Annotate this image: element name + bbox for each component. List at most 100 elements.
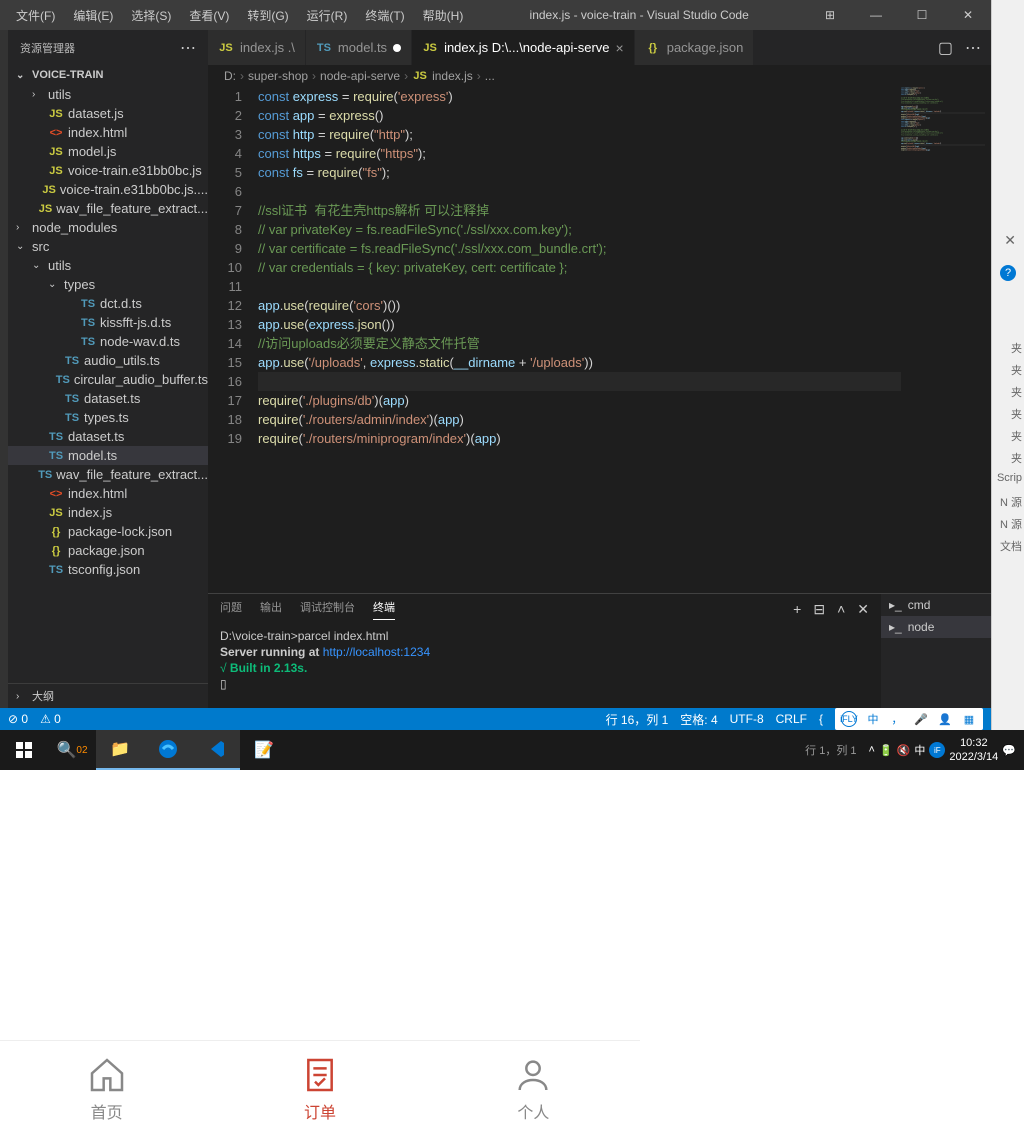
editor-tab[interactable]: JSindex.js .\	[208, 30, 306, 65]
code-editor[interactable]: 12345678910111213141516171819 const expr…	[208, 87, 991, 593]
tree-item[interactable]: TSdataset.ts	[8, 389, 208, 408]
punct-icon[interactable]: ，	[889, 711, 905, 727]
tree-item[interactable]: ⌄utils	[8, 256, 208, 275]
editor-tab[interactable]: TSmodel.ts	[306, 30, 412, 65]
split-terminal-icon[interactable]: ⊟	[813, 601, 825, 618]
vscode-icon[interactable]	[192, 730, 240, 770]
menu-item[interactable]: 转到(G)	[239, 3, 296, 28]
search-icon[interactable]: 🔍02	[48, 730, 96, 770]
tree-item[interactable]: ⌄types	[8, 275, 208, 294]
tree-item[interactable]: TSkissfft-js.d.ts	[8, 313, 208, 332]
breadcrumb-item[interactable]: node-api-serve	[320, 69, 400, 83]
terminal-tab[interactable]: 问题	[220, 599, 242, 619]
user-icon[interactable]: 👤	[937, 711, 953, 727]
more-icon[interactable]: ⋯	[180, 38, 196, 58]
maximize-button[interactable]: ☐	[899, 0, 945, 30]
edge-icon[interactable]	[144, 730, 192, 770]
close-tab-icon[interactable]: ×	[616, 40, 624, 56]
explorer-icon[interactable]: 📁	[96, 730, 144, 770]
terminal-tab[interactable]: 输出	[260, 599, 282, 619]
terminal-instance[interactable]: ▸_cmd	[881, 594, 991, 616]
terminal-tab[interactable]: 调试控制台	[300, 599, 355, 619]
tree-item[interactable]: TSwav_file_feature_extract...	[8, 465, 208, 484]
menu-item[interactable]: 帮助(H)	[415, 3, 472, 28]
tray-up-icon[interactable]: ˄	[869, 744, 875, 756]
menu-item[interactable]: 选择(S)	[123, 3, 179, 28]
tree-item[interactable]: TSdct.d.ts	[8, 294, 208, 313]
tree-item[interactable]: JSindex.js	[8, 503, 208, 522]
ime-toolbar[interactable]: iFLY 中 ， 🎤 👤 ▦	[835, 708, 983, 730]
tree-item[interactable]: TStsconfig.json	[8, 560, 208, 579]
ime-icon[interactable]: 中	[914, 742, 925, 758]
battery-icon[interactable]: 🔋	[879, 744, 893, 757]
minimap[interactable]: const express = require('express')const …	[901, 87, 991, 593]
chevron-up-icon[interactable]: ˄	[837, 601, 845, 618]
breadcrumb-item[interactable]: index.js	[432, 69, 473, 83]
start-button[interactable]	[0, 730, 48, 770]
project-title[interactable]: ⌄ VOICE-TRAIN	[8, 65, 208, 85]
tree-item[interactable]: JSvoice-train.e31bb0bc.js	[8, 161, 208, 180]
minimize-button[interactable]: —	[853, 0, 899, 30]
indent-info[interactable]: 空格: 4	[680, 711, 717, 728]
code-content[interactable]: const express = require('express')const …	[258, 87, 901, 593]
menu-item[interactable]: 编辑(E)	[65, 3, 121, 28]
menu-item[interactable]: 查看(V)	[181, 3, 237, 28]
warnings-count[interactable]: ⚠ 0	[40, 712, 61, 726]
bracket-icon[interactable]: {	[819, 712, 823, 726]
nav-item-0[interactable]: 首页	[0, 1041, 213, 1136]
editor-tab[interactable]: {}package.json	[635, 30, 755, 65]
menu-item[interactable]: 运行(R)	[299, 3, 356, 28]
split-icon[interactable]: ▢	[938, 38, 953, 58]
close-panel-icon[interactable]: ✕	[857, 601, 869, 618]
tree-item[interactable]: JSwav_file_feature_extract...	[8, 199, 208, 218]
tree-item[interactable]: JSvoice-train.e31bb0bc.js....	[8, 180, 208, 199]
tree-item[interactable]: TSmodel.ts	[8, 446, 208, 465]
nav-item-1[interactable]: 订单	[213, 1041, 426, 1136]
tree-item[interactable]: TStypes.ts	[8, 408, 208, 427]
tree-item[interactable]: ›node_modules	[8, 218, 208, 237]
grid-icon[interactable]: ▦	[961, 711, 977, 727]
new-terminal-icon[interactable]: +	[793, 601, 801, 618]
tree-item[interactable]: TSaudio_utils.ts	[8, 351, 208, 370]
cursor-position[interactable]: 行 16，列 1	[606, 711, 669, 728]
menu-item[interactable]: 文件(F)	[8, 3, 63, 28]
tree-item[interactable]: JSmodel.js	[8, 142, 208, 161]
errors-count[interactable]: ⊘ 0	[8, 712, 28, 726]
notifications-icon[interactable]: 💬	[1002, 744, 1016, 757]
encoding-info[interactable]: UTF-8	[730, 712, 764, 726]
eol-info[interactable]: CRLF	[776, 712, 807, 726]
nav-item-2[interactable]: 个人	[427, 1041, 640, 1136]
breadcrumb-item[interactable]: super-shop	[248, 69, 308, 83]
layout-icon[interactable]: ⊞	[807, 0, 853, 30]
side-close-icon[interactable]: ✕	[1004, 232, 1016, 249]
close-button[interactable]: ✕	[945, 0, 991, 30]
outline-section[interactable]: › 大纲	[8, 683, 208, 708]
breadcrumb[interactable]: D: › super-shop › node-api-serve › JS in…	[208, 65, 991, 87]
tree-item[interactable]: JSdataset.js	[8, 104, 208, 123]
editor-tab[interactable]: JSindex.js D:\...\node-api-serve×	[412, 30, 635, 65]
tree-item[interactable]: <>index.html	[8, 484, 208, 503]
tree-item[interactable]: {}package-lock.json	[8, 522, 208, 541]
help-icon[interactable]: ?	[1000, 265, 1016, 281]
breadcrumb-item[interactable]: ...	[485, 69, 495, 83]
notepad-icon[interactable]: 📝	[240, 730, 288, 770]
tree-item[interactable]: TSnode-wav.d.ts	[8, 332, 208, 351]
volume-icon[interactable]: 🔇	[897, 744, 911, 757]
tree-item[interactable]: ›utils	[8, 85, 208, 104]
clock[interactable]: 10:32 2022/3/14	[949, 736, 998, 764]
tree-item[interactable]: TSdataset.ts	[8, 427, 208, 446]
menu-item[interactable]: 终端(T)	[357, 3, 412, 28]
ime-lang-icon[interactable]: 中	[865, 711, 881, 727]
ifly-icon[interactable]: iFLY	[841, 711, 857, 727]
tree-item[interactable]: {}package.json	[8, 541, 208, 560]
mic-icon[interactable]: 🎤	[913, 711, 929, 727]
activity-bar[interactable]	[0, 30, 8, 708]
terminal-output[interactable]: D:\voice-train>parcel index.html Server …	[208, 624, 881, 708]
terminal-instance[interactable]: ▸_node	[881, 616, 991, 638]
breadcrumb-item[interactable]: D:	[224, 69, 236, 83]
tree-item[interactable]: ⌄src	[8, 237, 208, 256]
more-icon[interactable]: ⋯	[965, 38, 981, 58]
terminal-tab[interactable]: 终端	[373, 599, 395, 620]
tree-item[interactable]: TScircular_audio_buffer.ts	[8, 370, 208, 389]
ifly-tray-icon[interactable]: iF	[929, 742, 945, 758]
